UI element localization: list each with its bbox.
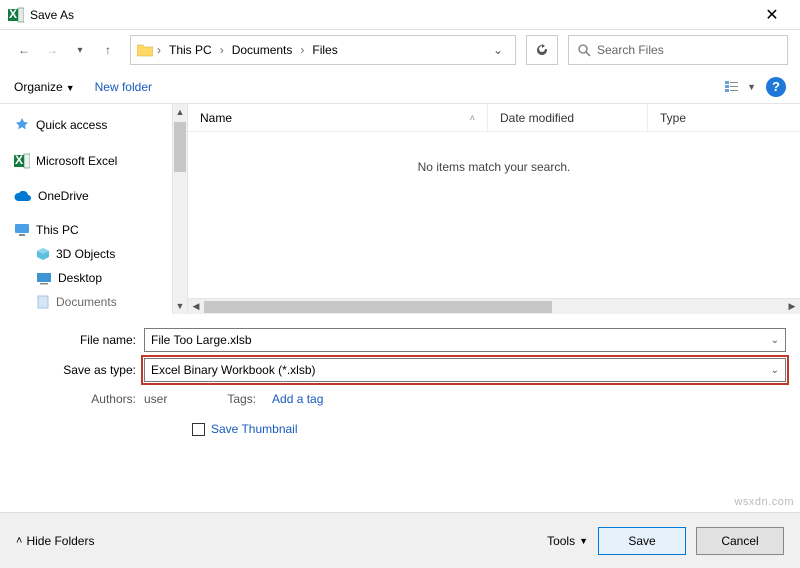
forward-button[interactable]: →: [40, 38, 64, 62]
save-as-type-label: Save as type:: [14, 363, 144, 377]
onedrive-icon: [14, 190, 32, 202]
filename-input[interactable]: File Too Large.xlsb ⌄: [144, 328, 786, 352]
window-title: Save As: [30, 8, 752, 22]
search-input[interactable]: Search Files: [568, 35, 788, 65]
listing-horizontal-scrollbar[interactable]: ◀ ▶: [188, 298, 800, 314]
recent-locations-button[interactable]: ▾: [68, 38, 92, 62]
save-thumbnail-label[interactable]: Save Thumbnail: [211, 422, 298, 436]
sidebar-item-microsoft-excel[interactable]: X Microsoft Excel: [10, 148, 168, 174]
main-area: Quick access X Microsoft Excel OneDrive …: [0, 104, 800, 314]
refresh-button[interactable]: [526, 35, 558, 65]
save-as-type-combo[interactable]: Excel Binary Workbook (*.xlsb) ⌄: [144, 358, 786, 382]
up-button[interactable]: ↑: [96, 38, 120, 62]
save-thumbnail-checkbox[interactable]: [192, 423, 205, 436]
dialog-footer: ˄ Hide Folders Tools▼ Save Cancel: [0, 512, 800, 568]
toolbar: Organize▼ New folder ▼ ?: [0, 70, 800, 104]
column-headers: Name˄ Date modified Type: [188, 104, 800, 132]
empty-message: No items match your search.: [188, 132, 800, 298]
dropdown-icon[interactable]: ⌄: [771, 365, 779, 376]
new-folder-button[interactable]: New folder: [95, 80, 152, 94]
excel-app-icon: X: [8, 7, 24, 23]
search-placeholder: Search Files: [597, 43, 664, 57]
sidebar-item-this-pc[interactable]: This PC: [10, 218, 168, 242]
cube-icon: [36, 247, 50, 261]
close-button[interactable]: ✕: [752, 5, 792, 25]
chevron-up-icon: ˄: [16, 535, 22, 547]
path-segment-this-pc[interactable]: This PC: [165, 41, 216, 59]
sidebar-item-quick-access[interactable]: Quick access: [10, 112, 168, 138]
hide-folders-button[interactable]: ˄ Hide Folders: [16, 534, 94, 548]
pc-icon: [14, 223, 30, 237]
title-bar: X Save As ✕: [0, 0, 800, 30]
tags-label: Tags:: [227, 392, 264, 406]
documents-icon: [36, 295, 50, 309]
path-segment-files[interactable]: Files: [308, 41, 341, 59]
path-segment-documents[interactable]: Documents: [228, 41, 297, 59]
sidebar-item-3d-objects[interactable]: 3D Objects: [10, 242, 168, 266]
tags-value[interactable]: Add a tag: [272, 392, 323, 406]
authors-label: Authors:: [14, 392, 144, 406]
save-form: File name: File Too Large.xlsb ⌄ Save as…: [0, 314, 800, 436]
search-icon: [577, 43, 591, 57]
svg-text:X: X: [9, 7, 17, 21]
scroll-right-icon[interactable]: ▶: [784, 301, 800, 312]
organize-menu[interactable]: Organize▼: [14, 80, 75, 94]
cancel-button[interactable]: Cancel: [696, 527, 784, 555]
sidebar-item-desktop[interactable]: Desktop: [10, 266, 168, 290]
filename-label: File name:: [14, 333, 144, 347]
tools-menu[interactable]: Tools▼: [547, 534, 588, 548]
save-button[interactable]: Save: [598, 527, 686, 555]
desktop-icon: [36, 272, 52, 285]
navigation-bar: ← → ▾ ↑ › This PC › Documents › Files ⌄ …: [0, 30, 800, 70]
column-type[interactable]: Type: [648, 104, 800, 131]
view-options-button[interactable]: ▼: [725, 80, 756, 94]
chevron-right-icon[interactable]: ›: [218, 43, 226, 57]
chevron-right-icon[interactable]: ›: [155, 43, 163, 57]
authors-value[interactable]: user: [144, 392, 167, 406]
column-name[interactable]: Name˄: [188, 104, 488, 131]
scroll-down-icon[interactable]: ▼: [173, 298, 187, 314]
chevron-right-icon[interactable]: ›: [298, 43, 306, 57]
watermark: wsxdn.com: [734, 496, 794, 508]
scroll-left-icon[interactable]: ◀: [188, 301, 204, 312]
star-icon: [14, 117, 30, 133]
address-dropdown-icon[interactable]: ⌄: [487, 43, 509, 57]
scroll-thumb[interactable]: [204, 301, 552, 313]
svg-text:X: X: [15, 153, 23, 167]
dropdown-icon[interactable]: ⌄: [771, 335, 779, 346]
help-button[interactable]: ?: [766, 77, 786, 97]
folder-icon: [137, 43, 153, 57]
file-listing: Name˄ Date modified Type No items match …: [188, 104, 800, 314]
navigation-pane: Quick access X Microsoft Excel OneDrive …: [0, 104, 172, 314]
column-date-modified[interactable]: Date modified: [488, 104, 648, 131]
scroll-thumb[interactable]: [174, 122, 186, 172]
scroll-up-icon[interactable]: ▲: [173, 104, 187, 120]
excel-icon: X: [14, 153, 30, 169]
back-button[interactable]: ←: [12, 38, 36, 62]
address-bar[interactable]: › This PC › Documents › Files ⌄: [130, 35, 516, 65]
sidebar-item-onedrive[interactable]: OneDrive: [10, 184, 168, 208]
sidebar-scrollbar[interactable]: ▲ ▼: [172, 104, 188, 314]
sidebar-item-documents[interactable]: Documents: [10, 290, 168, 314]
